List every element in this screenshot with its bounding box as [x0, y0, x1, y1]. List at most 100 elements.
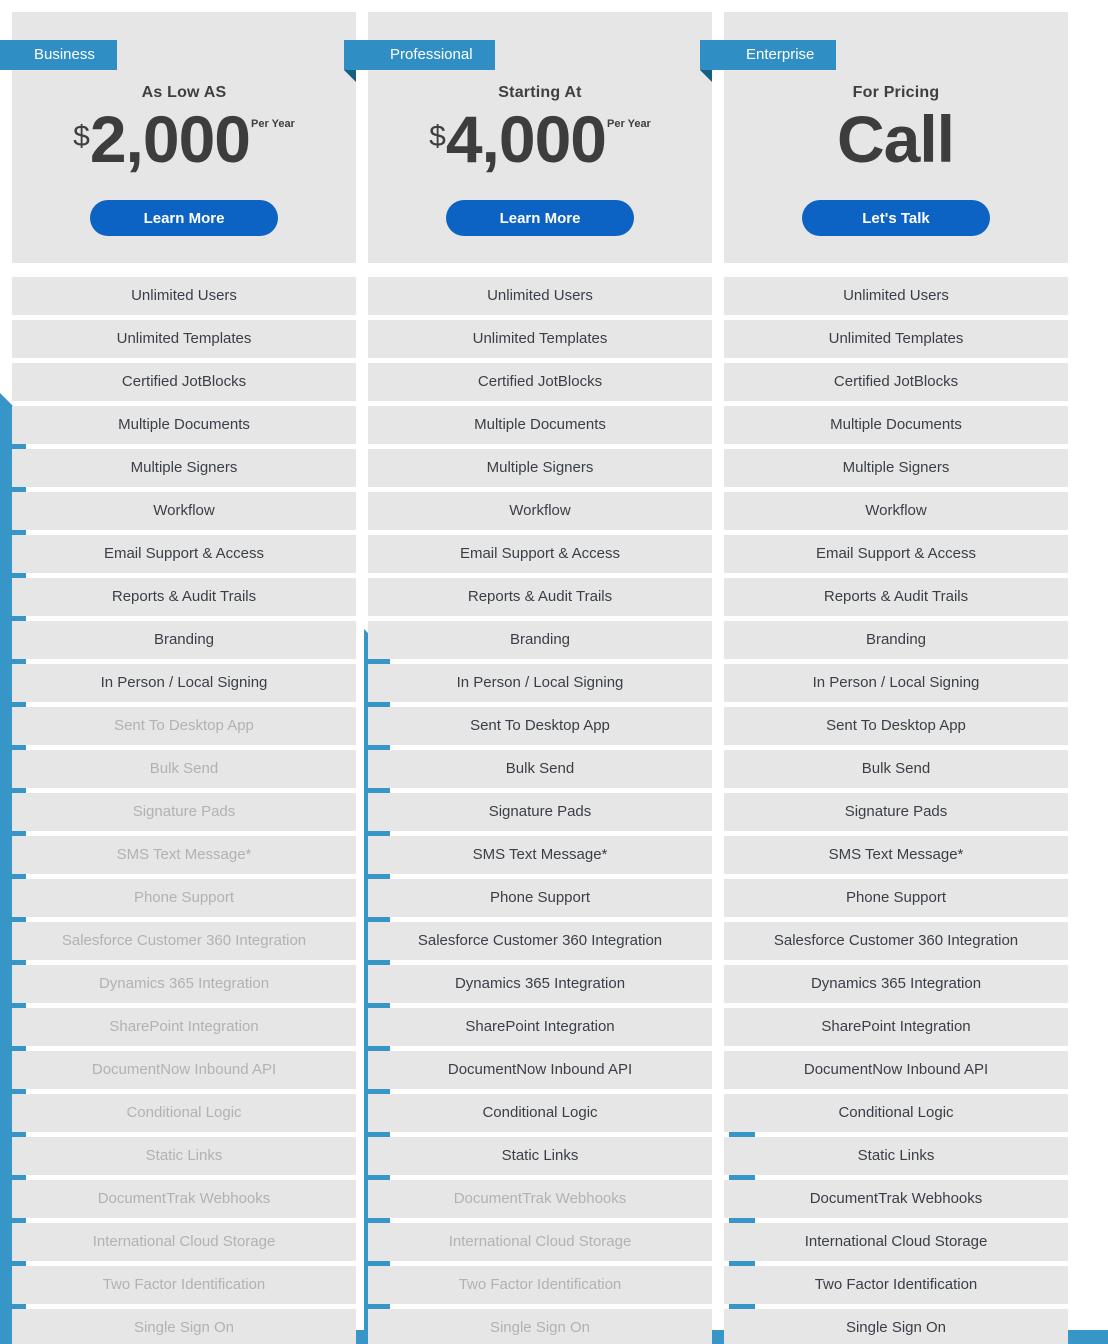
feature-row: DocumentNow Inbound API: [12, 1051, 356, 1089]
feature-row: DocumentTrak Webhooks: [724, 1180, 1068, 1218]
feature-row: Salesforce Customer 360 Integration: [12, 922, 356, 960]
feature-row: Unlimited Users: [724, 277, 1068, 315]
feature-row: Salesforce Customer 360 Integration: [724, 922, 1068, 960]
feature-row: Multiple Signers: [368, 449, 712, 487]
feature-row: Single Sign On: [724, 1309, 1068, 1344]
feature-row: Bulk Send: [368, 750, 712, 788]
feature-row: In Person / Local Signing: [724, 664, 1068, 702]
feature-row: Email Support & Access: [368, 535, 712, 573]
plan-price: $2,000 Per Year: [12, 106, 356, 190]
feature-row: Two Factor Identification: [12, 1266, 356, 1304]
feature-row: DocumentNow Inbound API: [368, 1051, 712, 1089]
feature-row: Signature Pads: [724, 793, 1068, 831]
feature-row: In Person / Local Signing: [368, 664, 712, 702]
feature-row: Static Links: [12, 1137, 356, 1175]
feature-row: Reports & Audit Trails: [724, 578, 1068, 616]
plan-price: Call: [724, 106, 1068, 190]
feature-row: SharePoint Integration: [12, 1008, 356, 1046]
feature-row: Conditional Logic: [368, 1094, 712, 1132]
feature-row: SharePoint Integration: [368, 1008, 712, 1046]
feature-row: DocumentTrak Webhooks: [368, 1180, 712, 1218]
feature-row: Two Factor Identification: [724, 1266, 1068, 1304]
feature-row: Phone Support: [368, 879, 712, 917]
feature-row: SharePoint Integration: [724, 1008, 1068, 1046]
feature-row: Phone Support: [724, 879, 1068, 917]
feature-row: Multiple Documents: [724, 406, 1068, 444]
feature-row: Conditional Logic: [724, 1094, 1068, 1132]
plan-cta-button[interactable]: Let's Talk: [802, 200, 990, 236]
plan-name-ribbon: Enterprise: [700, 40, 837, 82]
currency-symbol: $: [73, 120, 90, 153]
pricing-column-enterprise: Enterprise For Pricing Call Let's Talk Unlim…: [700, 12, 1068, 1344]
feature-row: Single Sign On: [368, 1309, 712, 1344]
feature-row: Email Support & Access: [724, 535, 1068, 573]
feature-row: SMS Text Message*: [12, 836, 356, 874]
plan-price: $4,000 Per Year: [368, 106, 712, 190]
feature-row: International Cloud Storage: [368, 1223, 712, 1261]
feature-row: Email Support & Access: [12, 535, 356, 573]
feature-row: Sent To Desktop App: [368, 707, 712, 745]
feature-row: Certified JotBlocks: [368, 363, 712, 401]
feature-row: Static Links: [368, 1137, 712, 1175]
price-amount: 4,000: [445, 102, 607, 176]
feature-row: Sent To Desktop App: [724, 707, 1068, 745]
pricing-column-professional: Professional Starting At $4,000 Per Year Lea…: [344, 12, 712, 1344]
feature-list: Unlimited Users Unlimited Templates Certif…: [12, 277, 356, 1344]
plan-header-card: Professional Starting At $4,000 Per Year Lea…: [344, 12, 712, 263]
feature-row: DocumentNow Inbound API: [724, 1051, 1068, 1089]
feature-row: Branding: [368, 621, 712, 659]
feature-list: Unlimited Users Unlimited Templates Certif…: [724, 277, 1068, 1344]
feature-row: International Cloud Storage: [724, 1223, 1068, 1261]
price-amount: Call: [836, 102, 955, 176]
feature-row: DocumentTrak Webhooks: [12, 1180, 356, 1218]
plan-header-card: Business As Low AS $2,000 Per Year Learn Mor…: [0, 12, 356, 263]
feature-row: Dynamics 365 Integration: [368, 965, 712, 1003]
feature-row: Multiple Signers: [12, 449, 356, 487]
feature-row: Certified JotBlocks: [12, 363, 356, 401]
pricing-column-business: Business As Low AS $2,000 Per Year Learn Mor…: [0, 12, 356, 1344]
feature-row: Workflow: [368, 492, 712, 530]
feature-row: Unlimited Templates: [724, 320, 1068, 358]
feature-row: Unlimited Templates: [12, 320, 356, 358]
feature-row: Signature Pads: [368, 793, 712, 831]
feature-row: Multiple Documents: [368, 406, 712, 444]
plan-cta-button[interactable]: Learn More: [446, 200, 634, 236]
pricing-table-page: Business As Low AS $2,000 Per Year Learn Mor…: [0, 0, 1108, 1344]
price-amount: 2,000: [89, 102, 251, 176]
feature-row: Unlimited Users: [12, 277, 356, 315]
price-period: Per Year: [251, 118, 295, 130]
feature-row: Salesforce Customer 360 Integration: [368, 922, 712, 960]
feature-row: Single Sign On: [12, 1309, 356, 1344]
feature-row: Bulk Send: [12, 750, 356, 788]
feature-row: Dynamics 365 Integration: [12, 965, 356, 1003]
plan-name-ribbon: Professional: [344, 40, 495, 82]
plan-header-card: Enterprise For Pricing Call Let's Talk: [700, 12, 1068, 263]
feature-row: SMS Text Message*: [368, 836, 712, 874]
feature-row: Unlimited Templates: [368, 320, 712, 358]
feature-row: International Cloud Storage: [12, 1223, 356, 1261]
feature-row: Multiple Documents: [12, 406, 356, 444]
feature-row: In Person / Local Signing: [12, 664, 356, 702]
feature-row: Unlimited Users: [368, 277, 712, 315]
price-period: Per Year: [607, 118, 651, 130]
feature-row: Branding: [12, 621, 356, 659]
currency-symbol: $: [429, 120, 446, 153]
feature-row: Multiple Signers: [724, 449, 1068, 487]
pricing-columns: Business As Low AS $2,000 Per Year Learn Mor…: [0, 12, 1108, 1344]
feature-row: Certified JotBlocks: [724, 363, 1068, 401]
feature-row: Dynamics 365 Integration: [724, 965, 1068, 1003]
feature-row: Two Factor Identification: [368, 1266, 712, 1304]
feature-row: Phone Support: [12, 879, 356, 917]
feature-row: Reports & Audit Trails: [368, 578, 712, 616]
feature-row: Branding: [724, 621, 1068, 659]
feature-row: Workflow: [724, 492, 1068, 530]
feature-row: Reports & Audit Trails: [12, 578, 356, 616]
feature-row: Sent To Desktop App: [12, 707, 356, 745]
plan-name-ribbon: Business: [0, 40, 117, 70]
plan-cta-button[interactable]: Learn More: [90, 200, 278, 236]
feature-row: Conditional Logic: [12, 1094, 356, 1132]
feature-row: Signature Pads: [12, 793, 356, 831]
feature-row: Bulk Send: [724, 750, 1068, 788]
feature-row: Static Links: [724, 1137, 1068, 1175]
feature-row: Workflow: [12, 492, 356, 530]
